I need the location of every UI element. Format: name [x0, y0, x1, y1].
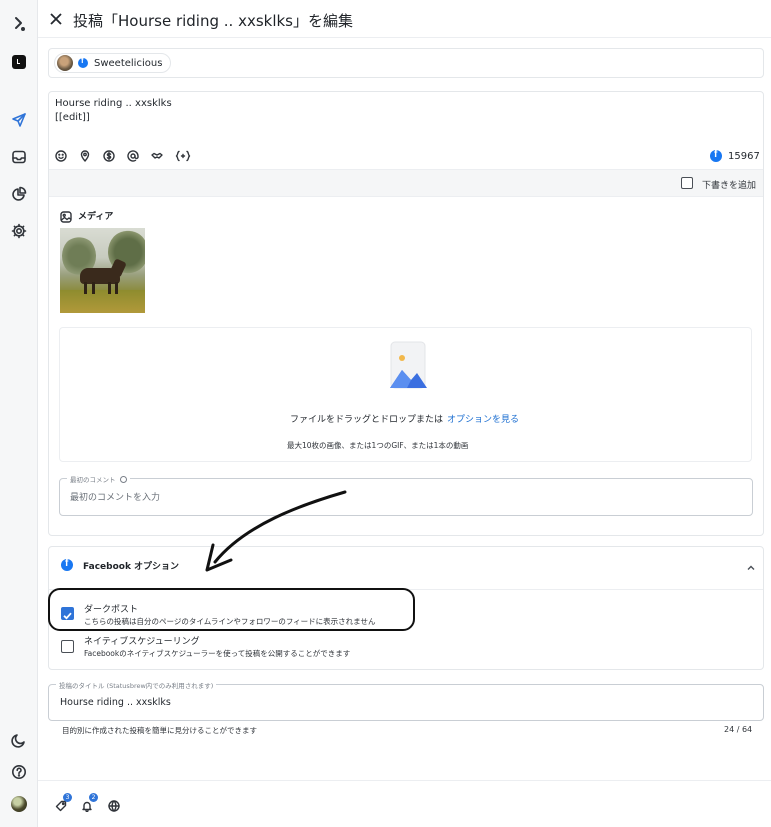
native-scheduling-checkbox[interactable]: [61, 640, 74, 653]
settings-gear-icon[interactable]: [9, 221, 29, 241]
variables-braces-icon[interactable]: [175, 150, 191, 162]
dollar-icon[interactable]: [103, 150, 115, 162]
page-title: 投稿「Hourse riding .. xxsklks」を編集: [73, 12, 353, 30]
info-icon: [119, 476, 127, 483]
close-icon[interactable]: [49, 11, 63, 25]
handshake-icon[interactable]: [151, 150, 163, 162]
account-chip[interactable]: Sweetelicious: [54, 53, 172, 73]
dark-post-highlight-annotation: [48, 588, 415, 631]
add-draft-label: 下書きを追加: [702, 181, 757, 191]
location-pin-icon[interactable]: [79, 150, 91, 162]
account-name: Sweetelicious: [94, 57, 163, 69]
media-section-title: メディア: [78, 212, 114, 222]
post-title-helper: 目的別に作成された投稿を簡単に見分けることができます: [62, 726, 257, 735]
inbox-icon[interactable]: [9, 147, 29, 167]
facebook-icon: [61, 558, 73, 571]
view-options-link[interactable]: オプションを見る: [447, 412, 519, 425]
user-avatar[interactable]: [9, 794, 29, 814]
dropzone-limit-text: 最大10枚の画像、または1つのGIF、または1本の動画: [287, 441, 469, 450]
dropzone-text: ファイルをドラッグとドロップまたは: [290, 415, 444, 425]
account-avatar: [57, 55, 73, 71]
dark-mode-moon-icon[interactable]: [9, 730, 29, 750]
first-comment-input[interactable]: [59, 478, 753, 516]
media-image-icon: [60, 208, 72, 223]
post-title-char-count: 24 / 64: [724, 725, 753, 734]
composer-footer: [38, 780, 771, 827]
first-comment-label: 最初のコメント: [67, 474, 130, 484]
native-scheduling-description: Facebookのネイティブスケジューラーを使って投稿を公開することができます: [84, 649, 351, 658]
add-draft-checkbox[interactable]: [681, 177, 693, 189]
post-title-value: Hourse riding .. xxsklks: [60, 697, 171, 708]
chevron-up-icon[interactable]: [746, 558, 756, 570]
workspace-icon[interactable]: [9, 52, 29, 72]
facebook-icon: [78, 56, 88, 68]
editor-header: 投稿「Hourse riding .. xxsklks」を編集: [38, 0, 771, 38]
native-scheduling-label: ネイティブスケジューリング: [84, 637, 200, 647]
reports-pie-icon[interactable]: [9, 184, 29, 204]
left-sidebar: [0, 0, 38, 827]
media-thumbnail-horse[interactable]: [60, 228, 145, 313]
tag-count-badge: 3: [63, 793, 72, 802]
upload-illustration-icon: [390, 341, 427, 389]
character-counter: 15967: [710, 149, 760, 162]
facebook-options-title[interactable]: Facebook オプション: [83, 559, 179, 572]
remaining-characters: 15967: [728, 150, 760, 162]
mention-icon[interactable]: [127, 150, 139, 162]
draft-bar: [49, 169, 763, 197]
post-text-editor[interactable]: Hourse riding .. xxsklks [[edit]]: [55, 97, 172, 125]
statusbrew-logo-icon[interactable]: [9, 14, 29, 34]
post-title-label: 投稿のタイトル (Statusbrew内でのみ利用されます): [56, 680, 217, 690]
facebook-icon: [710, 149, 722, 162]
help-icon[interactable]: [9, 762, 29, 782]
notification-count-badge: 2: [89, 793, 98, 802]
emoji-icon[interactable]: [55, 150, 67, 162]
first-comment-placeholder: 最初のコメントを入力: [70, 493, 161, 503]
publish-send-icon[interactable]: [9, 110, 29, 130]
globe-icon[interactable]: [108, 797, 120, 812]
